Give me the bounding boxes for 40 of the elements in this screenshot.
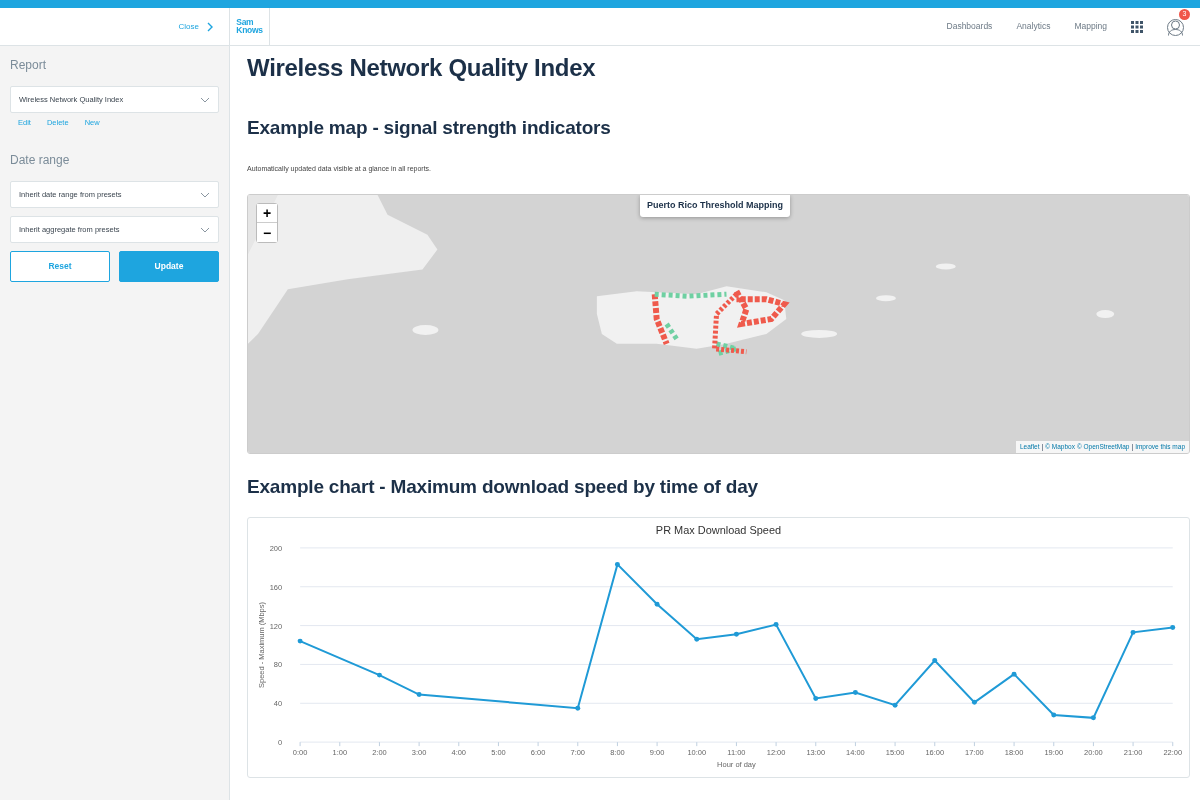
page-title: Wireless Network Quality Index	[247, 54, 597, 83]
map-title: Puerto Rico Threshold Mapping	[640, 195, 790, 217]
chevron-down-icon	[200, 226, 210, 233]
data-point	[654, 601, 660, 607]
chart-title: PR Max Download Speed	[655, 523, 782, 536]
data-point	[1011, 671, 1017, 677]
data-point	[376, 672, 382, 678]
update-button[interactable]: Update	[119, 251, 219, 283]
chevron-down-icon	[200, 96, 210, 103]
section-heading: Example map - signal strength indicators	[247, 116, 612, 140]
data-point	[813, 695, 819, 701]
data-point	[614, 561, 620, 567]
section-heading: Date range	[10, 152, 71, 168]
data-point	[694, 636, 700, 642]
data-point	[892, 702, 898, 708]
data-point	[733, 631, 739, 637]
nav-link[interactable]: Analytics	[1016, 20, 1051, 33]
apps-grid-icon[interactable]	[1131, 20, 1143, 33]
nav-link[interactable]: Mapping	[1074, 20, 1107, 33]
section-heading: Example chart - Maximum download speed by time of day	[247, 476, 759, 499]
data-point	[852, 690, 858, 695]
logo[interactable]: Sam Knows	[236, 18, 263, 35]
nav-link[interactable]: Dashboards	[946, 20, 993, 33]
data-point	[297, 638, 303, 644]
data-point	[1090, 715, 1096, 721]
chevron-down-icon	[200, 191, 210, 198]
data-point	[1170, 624, 1176, 630]
data-point	[1130, 629, 1136, 635]
data-point	[932, 657, 938, 663]
data-point	[1051, 712, 1057, 718]
user-icon[interactable]	[1167, 18, 1184, 36]
zoom-in-button[interactable]: +	[257, 204, 277, 224]
data-point	[971, 699, 977, 705]
data-point	[575, 705, 581, 711]
section-heading: Report	[10, 58, 48, 73]
data-point	[773, 622, 779, 627]
close-link[interactable]: Close	[178, 20, 199, 33]
data-point	[416, 691, 422, 697]
reset-button[interactable]: Reset	[10, 251, 110, 283]
chevron-right-icon	[207, 21, 213, 32]
